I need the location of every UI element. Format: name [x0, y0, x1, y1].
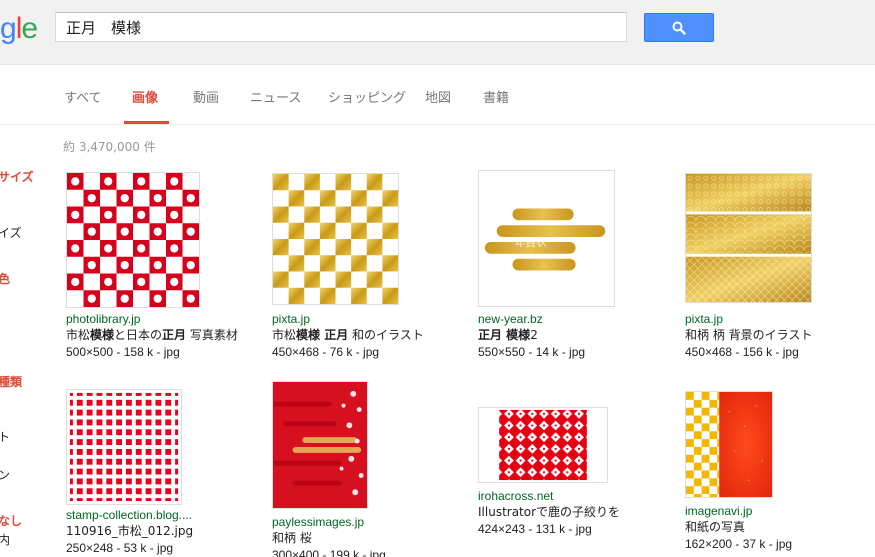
red-gingham-image — [67, 390, 181, 504]
result-stats: 約 3,470,000 件 — [63, 140, 156, 154]
result-meta: new-year.bz 正月 模様2 550×550 - 14 k - jpg — [478, 311, 678, 361]
filter-type-option[interactable]: ト — [0, 428, 10, 445]
gold-pattern-bands-image — [686, 174, 811, 302]
result-thumbnail[interactable] — [685, 173, 812, 303]
filter-type-heading: 種類 — [0, 375, 23, 389]
filter-type-option[interactable]: ン — [0, 466, 10, 483]
tab-videos[interactable]: 動画 — [193, 87, 219, 106]
result-meta: paylessimages.jp 和柄 桜 300×400 - 199 k - … — [272, 514, 472, 557]
result-site[interactable]: pixta.jp — [685, 311, 875, 327]
result-size: 162×200 - 37 k - jpg — [685, 537, 793, 551]
result-title[interactable]: 市松模様 正月 和のイラスト — [272, 327, 472, 344]
result-title[interactable]: 正月 模様2 — [478, 327, 678, 344]
search-icon — [672, 21, 686, 35]
filter-size-option[interactable]: イズ — [0, 224, 22, 241]
result-meta: pixta.jp 和柄 柄 背景のイラスト 450×468 - 156 k - … — [685, 311, 875, 361]
image-watermark: 年賀状 — [514, 235, 547, 249]
red-checkerboard-image — [67, 173, 199, 307]
result-size: 250×248 - 53 k - jpg — [66, 541, 174, 555]
washi-paper-image — [686, 392, 772, 497]
search-input[interactable] — [56, 13, 626, 41]
filter-size-heading: サイズ — [0, 170, 34, 184]
tab-maps[interactable]: 地図 — [425, 87, 451, 106]
result-site[interactable]: paylessimages.jp — [272, 514, 472, 530]
filter-color-heading: 色 — [0, 272, 11, 286]
result-title[interactable]: 和柄 柄 背景のイラスト — [685, 327, 875, 344]
gold-checkerboard-image — [273, 174, 398, 304]
result-site[interactable]: stamp-collection.blog.... — [66, 507, 266, 523]
result-site[interactable]: irohacross.net — [478, 488, 678, 504]
result-title[interactable]: Illustratorで鹿の子絞りを — [478, 504, 678, 521]
tab-news[interactable]: ニュース — [250, 87, 301, 106]
result-site[interactable]: imagenavi.jp — [685, 503, 875, 519]
search-tabs: すべて 画像 動画 ニュース ショッピング 地図 書籍 — [0, 65, 875, 125]
gold-cloud-image: 年賀状 — [479, 171, 614, 306]
result-site[interactable]: pixta.jp — [272, 311, 472, 327]
result-thumbnail[interactable] — [272, 173, 399, 305]
active-tab-indicator — [124, 121, 169, 124]
tab-images[interactable]: 画像 — [132, 87, 158, 106]
header-bar: gle — [0, 0, 875, 65]
result-thumbnail[interactable] — [685, 391, 773, 498]
result-site[interactable]: new-year.bz — [478, 311, 678, 327]
search-box[interactable] — [55, 12, 627, 42]
tab-all[interactable]: すべて — [64, 87, 102, 106]
result-meta: pixta.jp 市松模様 正月 和のイラスト 450×468 - 76 k -… — [272, 311, 472, 361]
result-meta: imagenavi.jp 和紙の写真 162×200 - 37 k - jpg — [685, 503, 875, 553]
filter-time-option[interactable]: 内 — [0, 531, 10, 548]
result-meta: stamp-collection.blog.... 110916_市松_012.… — [66, 507, 266, 557]
search-button[interactable] — [644, 13, 714, 42]
result-meta: irohacross.net Illustratorで鹿の子絞りを 424×24… — [478, 488, 678, 538]
result-site[interactable]: photolibrary.jp — [66, 311, 266, 327]
red-sakura-image — [273, 382, 367, 508]
result-title[interactable]: 和柄 桜 — [272, 530, 472, 547]
result-size: 450×468 - 76 k - jpg — [272, 345, 380, 359]
result-meta: photolibrary.jp 市松模様と日本の正月 写真素材 500×500 … — [66, 311, 266, 361]
tab-books[interactable]: 書籍 — [483, 87, 509, 106]
result-thumbnail[interactable] — [272, 381, 368, 509]
google-logo[interactable]: gle — [0, 12, 38, 46]
kanoko-pattern-image — [479, 408, 607, 482]
result-thumbnail[interactable] — [66, 172, 200, 308]
result-thumbnail[interactable] — [66, 389, 182, 505]
result-size: 550×550 - 14 k - jpg — [478, 345, 586, 359]
tab-shopping[interactable]: ショッピング — [328, 87, 406, 106]
result-size: 300×400 - 199 k - jpg — [272, 548, 386, 557]
result-size: 424×243 - 131 k - jpg — [478, 522, 592, 536]
result-size: 450×468 - 156 k - jpg — [685, 345, 799, 359]
result-size: 500×500 - 158 k - jpg — [66, 345, 180, 359]
result-title[interactable]: 110916_市松_012.jpg — [66, 523, 266, 540]
filter-time-heading[interactable]: なし — [0, 512, 22, 529]
result-title[interactable]: 市松模様と日本の正月 写真素材 — [66, 327, 266, 344]
result-title[interactable]: 和紙の写真 — [685, 519, 875, 536]
result-thumbnail[interactable]: 年賀状 — [478, 170, 615, 307]
result-thumbnail[interactable] — [478, 407, 608, 483]
